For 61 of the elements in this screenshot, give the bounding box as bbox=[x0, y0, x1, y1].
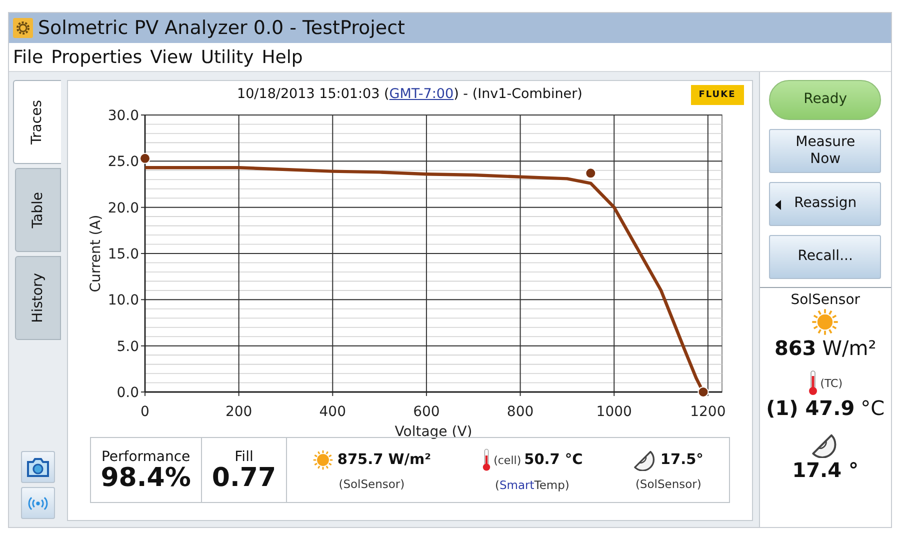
x-tick-label: 1200 bbox=[690, 404, 726, 420]
x-axis-title: Voltage (V) bbox=[394, 424, 472, 440]
irradiance-unit: W/m² bbox=[822, 336, 876, 360]
action-button[interactable]: Measure Now bbox=[769, 129, 882, 173]
x-tick-label: 0 bbox=[140, 404, 150, 420]
reading-value: 875.7 W/m² bbox=[337, 452, 432, 468]
menu-item[interactable]: Help bbox=[262, 46, 303, 68]
timezone-link[interactable]: GMT-7:00 bbox=[389, 86, 454, 102]
temperature-note: (TC) bbox=[820, 376, 843, 390]
irradiance-value: 863 bbox=[774, 336, 816, 360]
sun-icon bbox=[312, 449, 334, 471]
window-title: Solmetric PV Analyzer 0.0 - TestProject bbox=[38, 17, 405, 39]
tilt-value: 17.4 ° bbox=[792, 458, 859, 482]
temperature-value: (1) 47.9 bbox=[766, 396, 855, 420]
wireless-icon bbox=[26, 496, 49, 510]
y-tick-label: 20.0 bbox=[108, 200, 139, 216]
x-tick-label: 800 bbox=[506, 404, 534, 420]
y-tick-label: 10.0 bbox=[108, 292, 139, 309]
reading-source: (SolSensor) bbox=[635, 477, 702, 491]
fluke-logo: FLUKE bbox=[690, 85, 744, 105]
stat-label: Performance bbox=[101, 449, 190, 465]
x-tick-label: 1000 bbox=[596, 404, 632, 420]
ready-status-button[interactable]: Ready bbox=[769, 80, 882, 120]
y-tick-label: 5.0 bbox=[116, 338, 139, 355]
caret-icon bbox=[775, 200, 782, 210]
stat-value: 0.77 bbox=[212, 465, 276, 491]
thermometer-icon bbox=[482, 448, 491, 472]
gear-icon bbox=[13, 18, 33, 38]
menu-item[interactable]: Utility bbox=[200, 46, 254, 68]
side-tab[interactable]: Traces bbox=[12, 80, 61, 164]
y-axis-title: Current (A) bbox=[88, 214, 104, 292]
y-tick-label: 25.0 bbox=[108, 154, 139, 170]
action-button[interactable]: Recall... bbox=[769, 235, 882, 279]
stat-value: 98.4% bbox=[100, 465, 191, 491]
thermometer-icon bbox=[808, 370, 818, 396]
wireless-button[interactable] bbox=[20, 487, 55, 519]
x-tick-label: 600 bbox=[412, 404, 440, 420]
reading-note: (cell) bbox=[494, 454, 522, 466]
camera-button[interactable] bbox=[20, 451, 55, 483]
camera-icon bbox=[26, 456, 50, 478]
x-tick-label: 400 bbox=[319, 404, 346, 420]
reading-value: 50.7 °C bbox=[524, 452, 583, 468]
side-tab[interactable]: Table bbox=[14, 168, 61, 252]
y-tick-label: 15.0 bbox=[108, 246, 139, 262]
protractor-icon bbox=[633, 449, 658, 471]
y-tick-label: 0.0 bbox=[116, 385, 139, 401]
x-tick-label: 200 bbox=[225, 404, 252, 420]
menu-item[interactable]: Properties bbox=[51, 46, 142, 68]
menu-item[interactable]: File bbox=[13, 46, 44, 68]
y-tick-label: 30.0 bbox=[108, 108, 139, 124]
reading-source: (SmartTemp) bbox=[494, 478, 570, 492]
stat-label: Fill bbox=[234, 449, 254, 465]
reading-value: 17.5° bbox=[660, 452, 704, 468]
reading-source: (SolSensor) bbox=[338, 477, 405, 491]
sun-icon bbox=[811, 308, 840, 336]
temperature-unit: °C bbox=[860, 396, 885, 420]
chart-header: 10/18/2013 15:01:03 (GMT-7:00) - (Inv1-Combiner) bbox=[237, 86, 582, 102]
menu-item[interactable]: View bbox=[150, 46, 193, 68]
action-button[interactable]: Reassign bbox=[769, 182, 882, 226]
side-tab[interactable]: History bbox=[14, 256, 61, 340]
sensor-title: SolSensor bbox=[790, 292, 860, 308]
